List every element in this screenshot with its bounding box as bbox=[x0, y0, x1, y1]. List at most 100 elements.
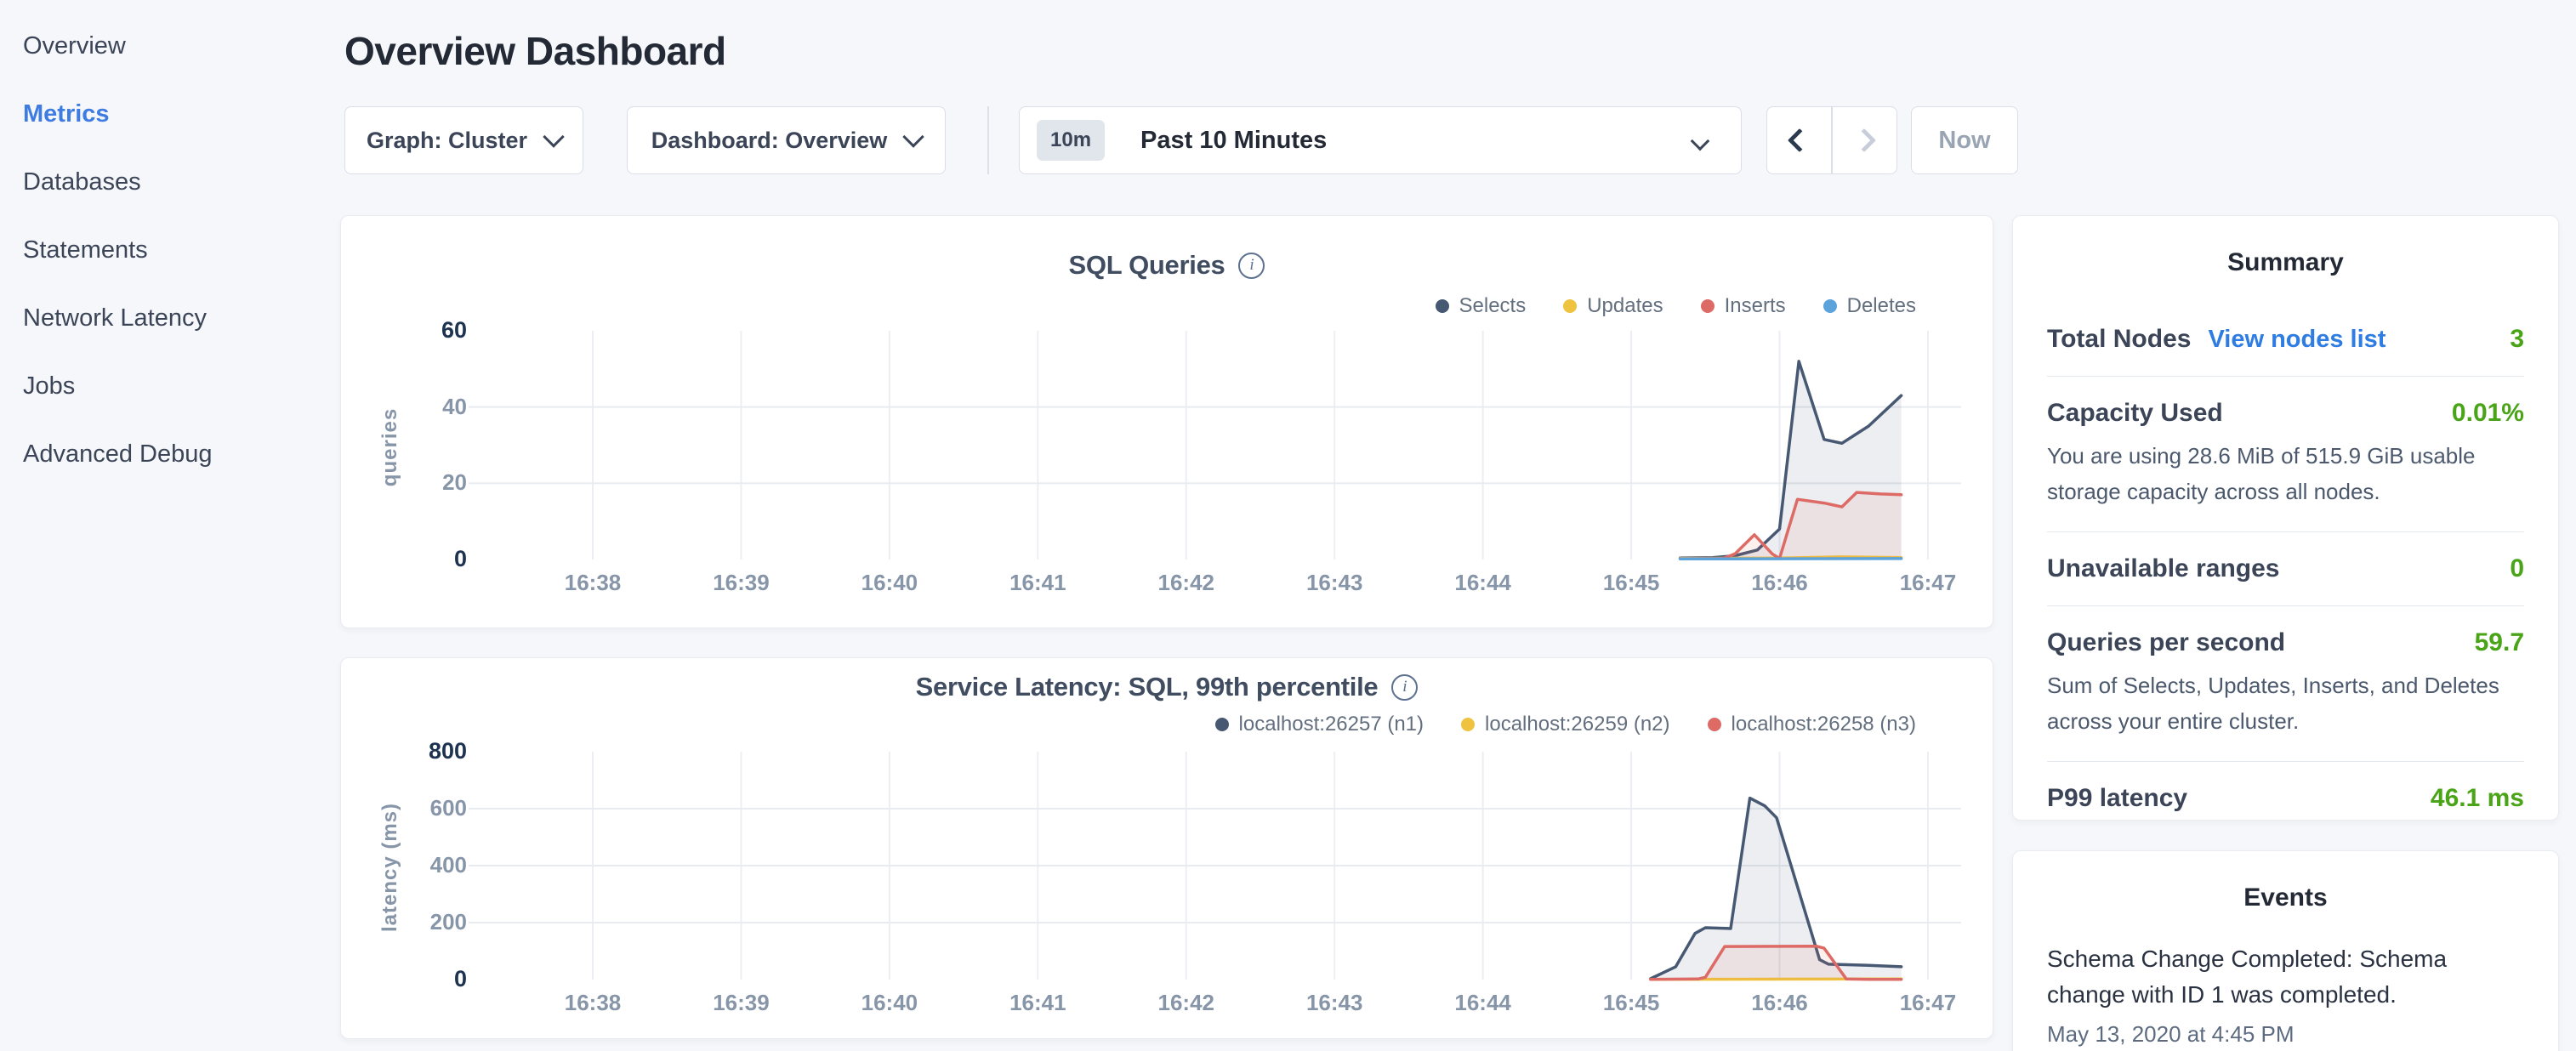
legend-label: localhost:26259 (n2) bbox=[1485, 713, 1669, 736]
sidebar-item-statements[interactable]: Statements bbox=[23, 216, 340, 284]
time-range-dropdown[interactable]: 10m Past 10 Minutes bbox=[1019, 106, 1742, 174]
graph-dropdown-label: Graph: Cluster bbox=[367, 128, 527, 154]
x-tick-label: 16:38 bbox=[533, 990, 652, 1016]
dashboard-dropdown[interactable]: Dashboard: Overview bbox=[627, 106, 946, 174]
summary-value: 46.1 ms bbox=[2431, 784, 2524, 813]
summary-label: Unavailable ranges bbox=[2047, 554, 2279, 583]
x-tick-label: 16:46 bbox=[1720, 570, 1840, 596]
summary-label: Queries per second bbox=[2047, 628, 2285, 657]
sidebar-item-network-latency[interactable]: Network Latency bbox=[23, 284, 340, 352]
legend-label: localhost:26258 (n3) bbox=[1732, 713, 1916, 736]
sidebar-item-overview[interactable]: Overview bbox=[23, 12, 340, 80]
x-tick-label: 16:45 bbox=[1572, 990, 1691, 1016]
series-dot-icon bbox=[1708, 718, 1721, 731]
time-range-badge: 10m bbox=[1037, 120, 1105, 161]
summary-description: You are using 28.6 MiB of 515.9 GiB usab… bbox=[2047, 438, 2524, 509]
controls-bar: Graph: Cluster Dashboard: Overview 10m P… bbox=[0, 106, 2576, 174]
x-tick-label: 16:44 bbox=[1424, 990, 1543, 1016]
summary-value: 0.01% bbox=[2452, 399, 2524, 428]
time-back-button[interactable] bbox=[1767, 107, 1831, 173]
y-tick-label: 20 bbox=[358, 469, 467, 496]
y-tick-label: 200 bbox=[358, 909, 467, 935]
x-tick-label: 16:47 bbox=[1868, 570, 1987, 596]
chevron-down-icon bbox=[1691, 132, 1710, 151]
sql-queries-chart: SQL Queries i Selects Updates Inserts Del… bbox=[340, 215, 1993, 628]
legend-label: Updates bbox=[1587, 294, 1663, 318]
page-title: Overview Dashboard bbox=[344, 28, 726, 74]
x-tick-label: 16:40 bbox=[830, 570, 949, 596]
x-tick-label: 16:42 bbox=[1127, 570, 1246, 596]
x-tick-label: 16:41 bbox=[978, 990, 1097, 1016]
x-tick-label: 16:39 bbox=[681, 570, 800, 596]
y-tick-label: 0 bbox=[358, 546, 467, 572]
x-tick-label: 16:42 bbox=[1127, 990, 1246, 1016]
legend-item[interactable]: Deletes bbox=[1823, 294, 1916, 318]
y-tick-label: 60 bbox=[358, 317, 467, 344]
summary-row-total-nodes: Total Nodes View nodes list 3 bbox=[2047, 303, 2524, 377]
y-tick-label: 600 bbox=[358, 795, 467, 821]
y-tick-label: 800 bbox=[358, 738, 467, 764]
event-text: Schema Change Completed: Schema change w… bbox=[2047, 941, 2524, 1013]
series-dot-icon bbox=[1701, 299, 1714, 313]
info-icon[interactable]: i bbox=[1391, 674, 1418, 701]
info-icon[interactable]: i bbox=[1238, 253, 1265, 279]
time-forward-button[interactable] bbox=[1833, 107, 1896, 173]
dashboard-dropdown-label: Dashboard: Overview bbox=[651, 128, 888, 154]
legend-item[interactable]: Inserts bbox=[1701, 294, 1786, 318]
summary-panel: Summary Total Nodes View nodes list 3 Ca… bbox=[2012, 215, 2559, 821]
time-range-label: Past 10 Minutes bbox=[1140, 127, 1327, 155]
summary-row-p99-latency: P99 latency 46.1 ms bbox=[2047, 762, 2524, 835]
series-dot-icon bbox=[1823, 299, 1837, 313]
y-tick-label: 400 bbox=[358, 852, 467, 878]
graph-dropdown[interactable]: Graph: Cluster bbox=[344, 106, 583, 174]
x-tick-label: 16:44 bbox=[1424, 570, 1543, 596]
summary-value: 59.7 bbox=[2475, 628, 2524, 657]
time-step-buttons bbox=[1766, 106, 1897, 174]
event-timestamp: May 13, 2020 at 4:45 PM bbox=[2047, 1021, 2524, 1048]
summary-label: Total Nodes bbox=[2047, 325, 2191, 354]
x-tick-label: 16:43 bbox=[1275, 990, 1394, 1016]
x-tick-label: 16:39 bbox=[681, 990, 800, 1016]
events-panel: Events Schema Change Completed: Schema c… bbox=[2012, 850, 2559, 1051]
chevron-right-icon bbox=[1852, 128, 1876, 152]
series-dot-icon bbox=[1436, 299, 1449, 313]
chevron-down-icon bbox=[543, 126, 564, 147]
x-tick-label: 16:45 bbox=[1572, 570, 1691, 596]
summary-title: Summary bbox=[2013, 216, 2558, 277]
chart-legend: Selects Updates Inserts Deletes bbox=[1436, 294, 1917, 318]
service-latency-chart: Service Latency: SQL, 99th percentile i l… bbox=[340, 657, 1993, 1039]
legend-item[interactable]: Updates bbox=[1563, 294, 1663, 318]
x-tick-label: 16:38 bbox=[533, 570, 652, 596]
x-tick-label: 16:41 bbox=[978, 570, 1097, 596]
summary-description: Sum of Selects, Updates, Inserts, and De… bbox=[2047, 668, 2524, 739]
legend-item[interactable]: localhost:26257 (n1) bbox=[1215, 713, 1424, 736]
view-nodes-list-link[interactable]: View nodes list bbox=[2208, 326, 2386, 354]
events-title: Events bbox=[2013, 851, 2558, 912]
x-tick-label: 16:40 bbox=[830, 990, 949, 1016]
now-button[interactable]: Now bbox=[1911, 106, 2018, 174]
series-dot-icon bbox=[1215, 718, 1229, 731]
legend-item[interactable]: localhost:26258 (n3) bbox=[1708, 713, 1916, 736]
header-divider bbox=[987, 106, 989, 174]
chevron-left-icon bbox=[1787, 128, 1811, 152]
y-tick-label: 40 bbox=[358, 394, 467, 420]
legend-item[interactable]: localhost:26259 (n2) bbox=[1461, 713, 1669, 736]
summary-label: Capacity Used bbox=[2047, 399, 2223, 428]
series-dot-icon bbox=[1563, 299, 1577, 313]
summary-row-capacity-used: Capacity Used 0.01% You are using 28.6 M… bbox=[2047, 377, 2524, 532]
legend-label: Deletes bbox=[1847, 294, 1916, 318]
summary-row-queries-per-second: Queries per second 59.7 Sum of Selects, … bbox=[2047, 606, 2524, 762]
chart-title: SQL Queries bbox=[1069, 250, 1225, 280]
sidebar-item-advanced-debug[interactable]: Advanced Debug bbox=[23, 420, 340, 488]
chart-title: Service Latency: SQL, 99th percentile bbox=[916, 672, 1379, 702]
legend-item[interactable]: Selects bbox=[1436, 294, 1527, 318]
legend-label: localhost:26257 (n1) bbox=[1239, 713, 1424, 736]
sidebar-item-jobs[interactable]: Jobs bbox=[23, 352, 340, 420]
x-tick-label: 16:43 bbox=[1275, 570, 1394, 596]
event-list-item[interactable]: Schema Change Completed: Schema change w… bbox=[2013, 912, 2558, 1048]
x-tick-label: 16:46 bbox=[1720, 990, 1840, 1016]
summary-label: P99 latency bbox=[2047, 784, 2187, 813]
summary-value: 3 bbox=[2510, 325, 2524, 354]
legend-label: Inserts bbox=[1725, 294, 1786, 318]
chart-legend: localhost:26257 (n1) localhost:26259 (n2… bbox=[1215, 713, 1916, 736]
